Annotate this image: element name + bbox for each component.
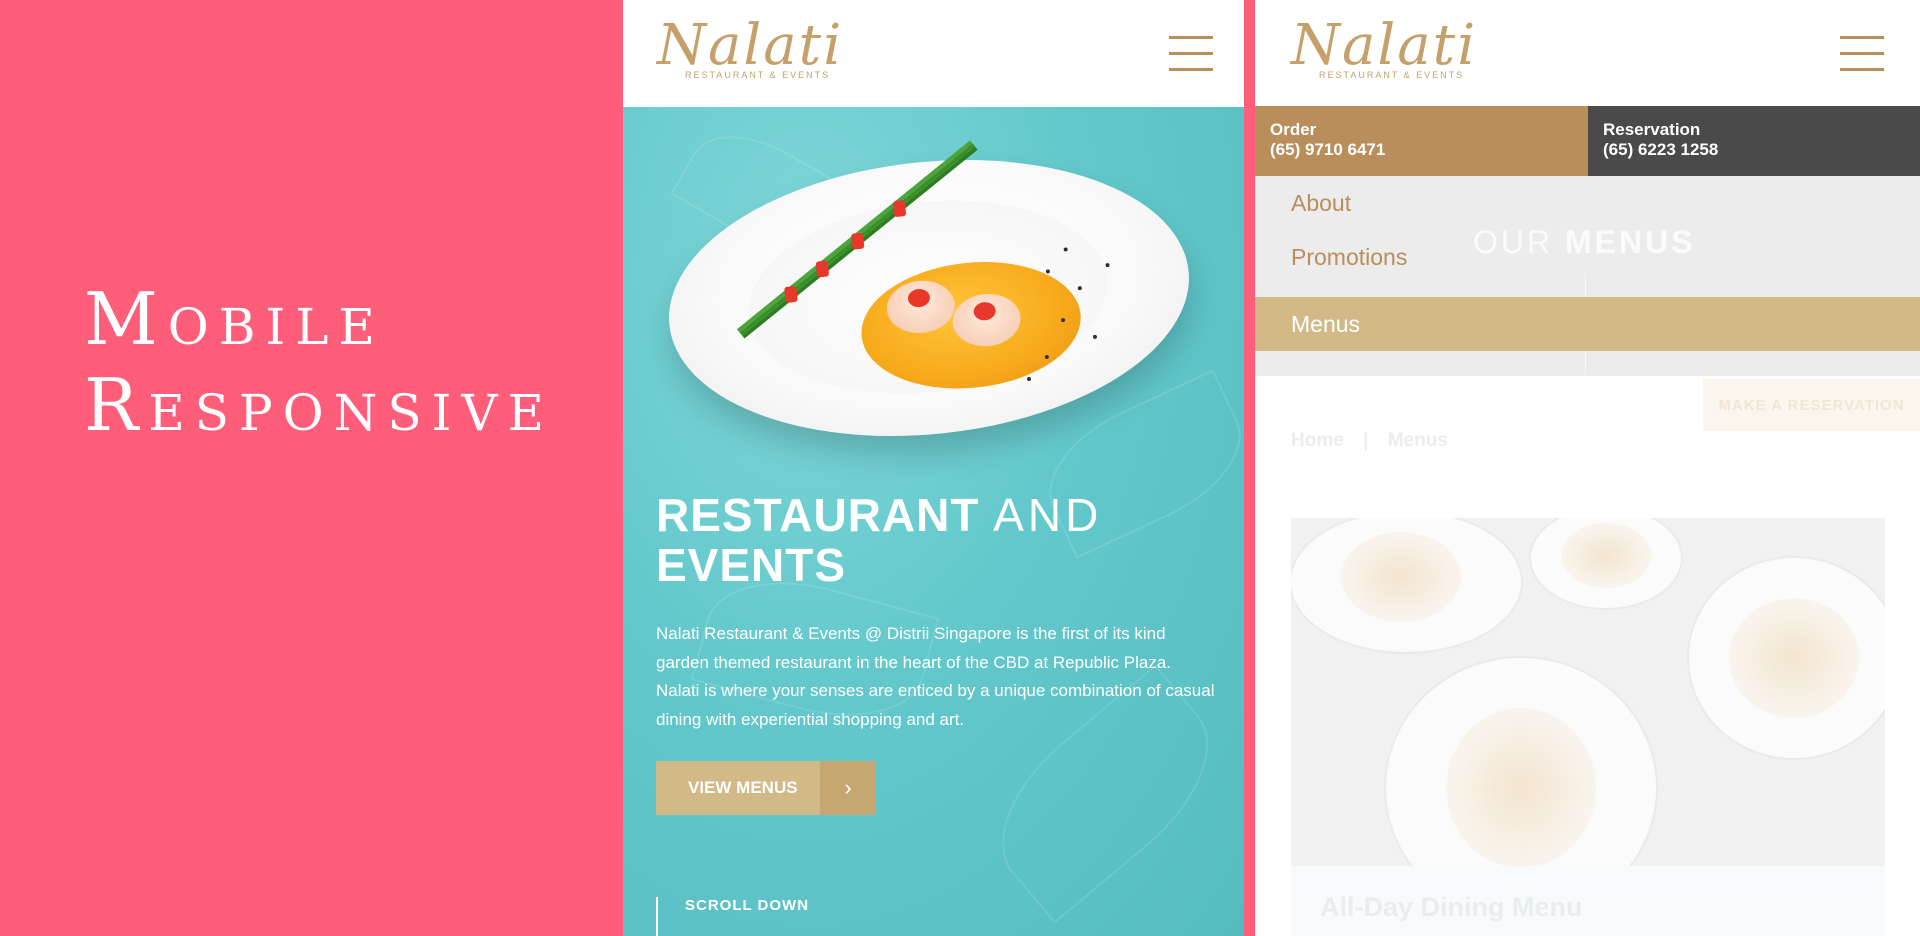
panel-divider	[1244, 0, 1255, 936]
menu-card-title: All-Day Dining Menu	[1320, 892, 1583, 922]
nalati-logo[interactable]: Nalati RESTAURANT & EVENTS	[657, 13, 844, 81]
pepper-speck	[1092, 334, 1098, 340]
breadcrumb-home[interactable]: Home	[1291, 430, 1344, 451]
nav-item-promotions[interactable]: Promotions	[1255, 230, 1920, 284]
hero-heading: RESTAURANT AND EVENTS	[656, 490, 1102, 590]
logo-wordmark: Nalati	[1291, 13, 1478, 78]
dish-photo	[1531, 518, 1681, 608]
reservation-label: Reservation	[1603, 120, 1701, 139]
garnish-tie	[850, 232, 865, 250]
dish-photo	[1689, 558, 1885, 758]
view-menus-label: VIEW MENUS	[688, 778, 798, 797]
showcase-title-line2: Responsive	[84, 363, 554, 447]
breadcrumb: Home | Menus	[1291, 430, 1448, 452]
pepper-speck	[1026, 376, 1032, 382]
site-header: Nalati RESTAURANT & EVENTS	[623, 0, 1244, 107]
logo-wordmark: Nalati	[657, 13, 844, 78]
view-menus-button[interactable]: VIEW MENUS ›	[656, 761, 876, 815]
order-contact[interactable]: Order (65) 9710 6471	[1255, 106, 1588, 176]
chevron-right-icon: ›	[820, 761, 876, 815]
site-header: Nalati RESTAURANT & EVENTS	[1255, 0, 1920, 106]
hero-description: Nalati Restaurant & Events @ Distrii Sin…	[656, 624, 1215, 729]
logo-tagline: RESTAURANT & EVENTS	[1319, 70, 1465, 80]
showcase-title-line1: Mobile	[84, 277, 385, 361]
nalati-logo[interactable]: Nalati RESTAURANT & EVENTS	[1291, 13, 1478, 81]
hero-heading-bold2: EVENTS	[656, 539, 847, 591]
nav-item-label: Promotions	[1291, 244, 1408, 270]
reservation-number: (65) 6223 1258	[1603, 140, 1719, 159]
garnish-tie	[784, 285, 798, 304]
dish-photo	[1291, 518, 1521, 652]
scroll-down-link[interactable]: SCROLL DOWN	[685, 897, 809, 914]
showcase-title: Mobile Responsive	[84, 276, 554, 448]
nav-item-menus[interactable]: Menus	[1255, 297, 1920, 351]
scroll-indicator-line	[656, 897, 658, 936]
nav-item-about[interactable]: About	[1255, 176, 1920, 230]
menu-card-caption: All-Day Dining Menu	[1291, 866, 1885, 936]
garnish-tie	[815, 260, 830, 278]
reservation-contact[interactable]: Reservation (65) 6223 1258	[1588, 106, 1920, 176]
breadcrumb-current: Menus	[1387, 430, 1448, 451]
nav-item-label: Menus	[1291, 311, 1361, 337]
order-label: Order	[1270, 120, 1317, 139]
showcase-panel: Mobile Responsive	[0, 0, 623, 936]
nav-item-label: About	[1291, 190, 1352, 216]
hero-heading-bold1: RESTAURANT	[656, 489, 980, 541]
hero-section: RESTAURANT AND EVENTS Nalati Restaurant …	[623, 107, 1244, 936]
page-content-faded: MAKE A RESERVATION Home | Menus All-Day …	[1255, 376, 1920, 936]
pepper-speck	[1105, 262, 1110, 268]
make-reservation-button[interactable]: MAKE A RESERVATION	[1703, 379, 1920, 431]
order-number: (65) 9710 6471	[1270, 140, 1386, 159]
phone-screen-menu-open: Nalati RESTAURANT & EVENTS Order (65) 97…	[1255, 0, 1920, 936]
phone-screen-home: RESTAURANT AND EVENTS Nalati Restaurant …	[623, 0, 1244, 936]
breadcrumb-separator: |	[1363, 430, 1369, 451]
garnish-tie	[892, 200, 907, 218]
menu-hamburger-icon[interactable]	[1840, 36, 1884, 72]
hero-heading-light: AND	[993, 489, 1103, 541]
mobile-nav-menu: OUR MENUS About Promotions Menus	[1255, 176, 1920, 376]
menu-hamburger-icon[interactable]	[1169, 36, 1213, 72]
logo-tagline: RESTAURANT & EVENTS	[685, 70, 831, 80]
menu-card[interactable]: All-Day Dining Menu	[1291, 518, 1885, 936]
